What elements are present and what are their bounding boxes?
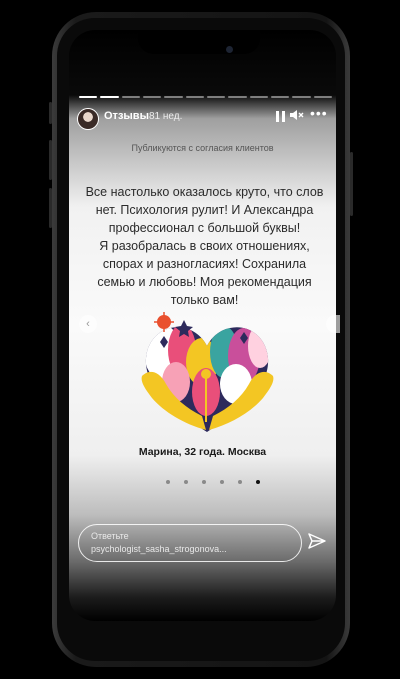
phone-volume-down <box>49 188 52 228</box>
progress-segment <box>270 96 290 98</box>
review-line: семью и любовь! Моя рекомендация <box>97 275 312 289</box>
progress-segment <box>292 96 311 98</box>
progress-segment <box>249 96 268 98</box>
review-text: Все настолько оказалось круто, что слов … <box>79 183 330 309</box>
review-line: спорах и разногласиях! Сохранила <box>102 257 307 271</box>
consent-caption: Публикуются с согласия клиентов <box>131 143 274 153</box>
phone-notch <box>138 30 260 54</box>
chevron-left-icon[interactable]: ‹ <box>79 315 97 333</box>
account-name[interactable]: Отзывы <box>104 110 149 122</box>
story-progress-bar <box>79 96 332 98</box>
carousel-dot <box>220 480 224 484</box>
progress-segment <box>100 96 119 98</box>
avatar[interactable] <box>77 108 99 130</box>
review-author: Марина, 32 года. Москва <box>138 446 267 458</box>
progress-segment <box>142 96 162 98</box>
progress-segment <box>185 96 204 98</box>
review-line: Я разобралась в своих отношениях, <box>99 239 310 253</box>
heart-hands-illustration <box>141 312 274 433</box>
pause-icon[interactable] <box>276 111 285 122</box>
next-slide-handle[interactable] <box>326 315 340 333</box>
carousel-indicator <box>166 480 260 484</box>
review-line: нет. Психология рулит! И Александра <box>95 203 314 217</box>
carousel-dot <box>202 480 206 484</box>
progress-segment <box>228 96 247 98</box>
camera-icon <box>226 46 233 53</box>
reply-recipient: psychologist_sasha_strogonova... <box>91 544 227 554</box>
story-time: 81 нед. <box>149 111 183 122</box>
carousel-dot <box>184 480 188 484</box>
phone-side-button <box>49 102 52 124</box>
progress-segment <box>206 96 226 98</box>
review-line: Все настолько оказалось круто, что слов <box>85 185 324 199</box>
carousel-dot <box>256 480 260 484</box>
speaker-muted-icon[interactable] <box>290 109 304 124</box>
reply-placeholder: Ответьте <box>91 531 129 541</box>
carousel-dot <box>166 480 170 484</box>
review-line: только вам! <box>170 293 239 307</box>
progress-segment <box>164 96 183 98</box>
phone-volume-up <box>49 140 52 180</box>
progress-segment <box>121 96 140 98</box>
progress-segment <box>313 96 332 98</box>
phone-power-button <box>350 152 353 216</box>
send-icon[interactable] <box>308 532 326 550</box>
more-dots-icon[interactable]: ••• <box>310 105 328 121</box>
carousel-dot <box>238 480 242 484</box>
review-line: профессионал с большой буквы! <box>108 221 301 235</box>
progress-segment <box>79 96 98 98</box>
reply-input[interactable]: Ответьте psychologist_sasha_strogonova..… <box>78 524 302 562</box>
